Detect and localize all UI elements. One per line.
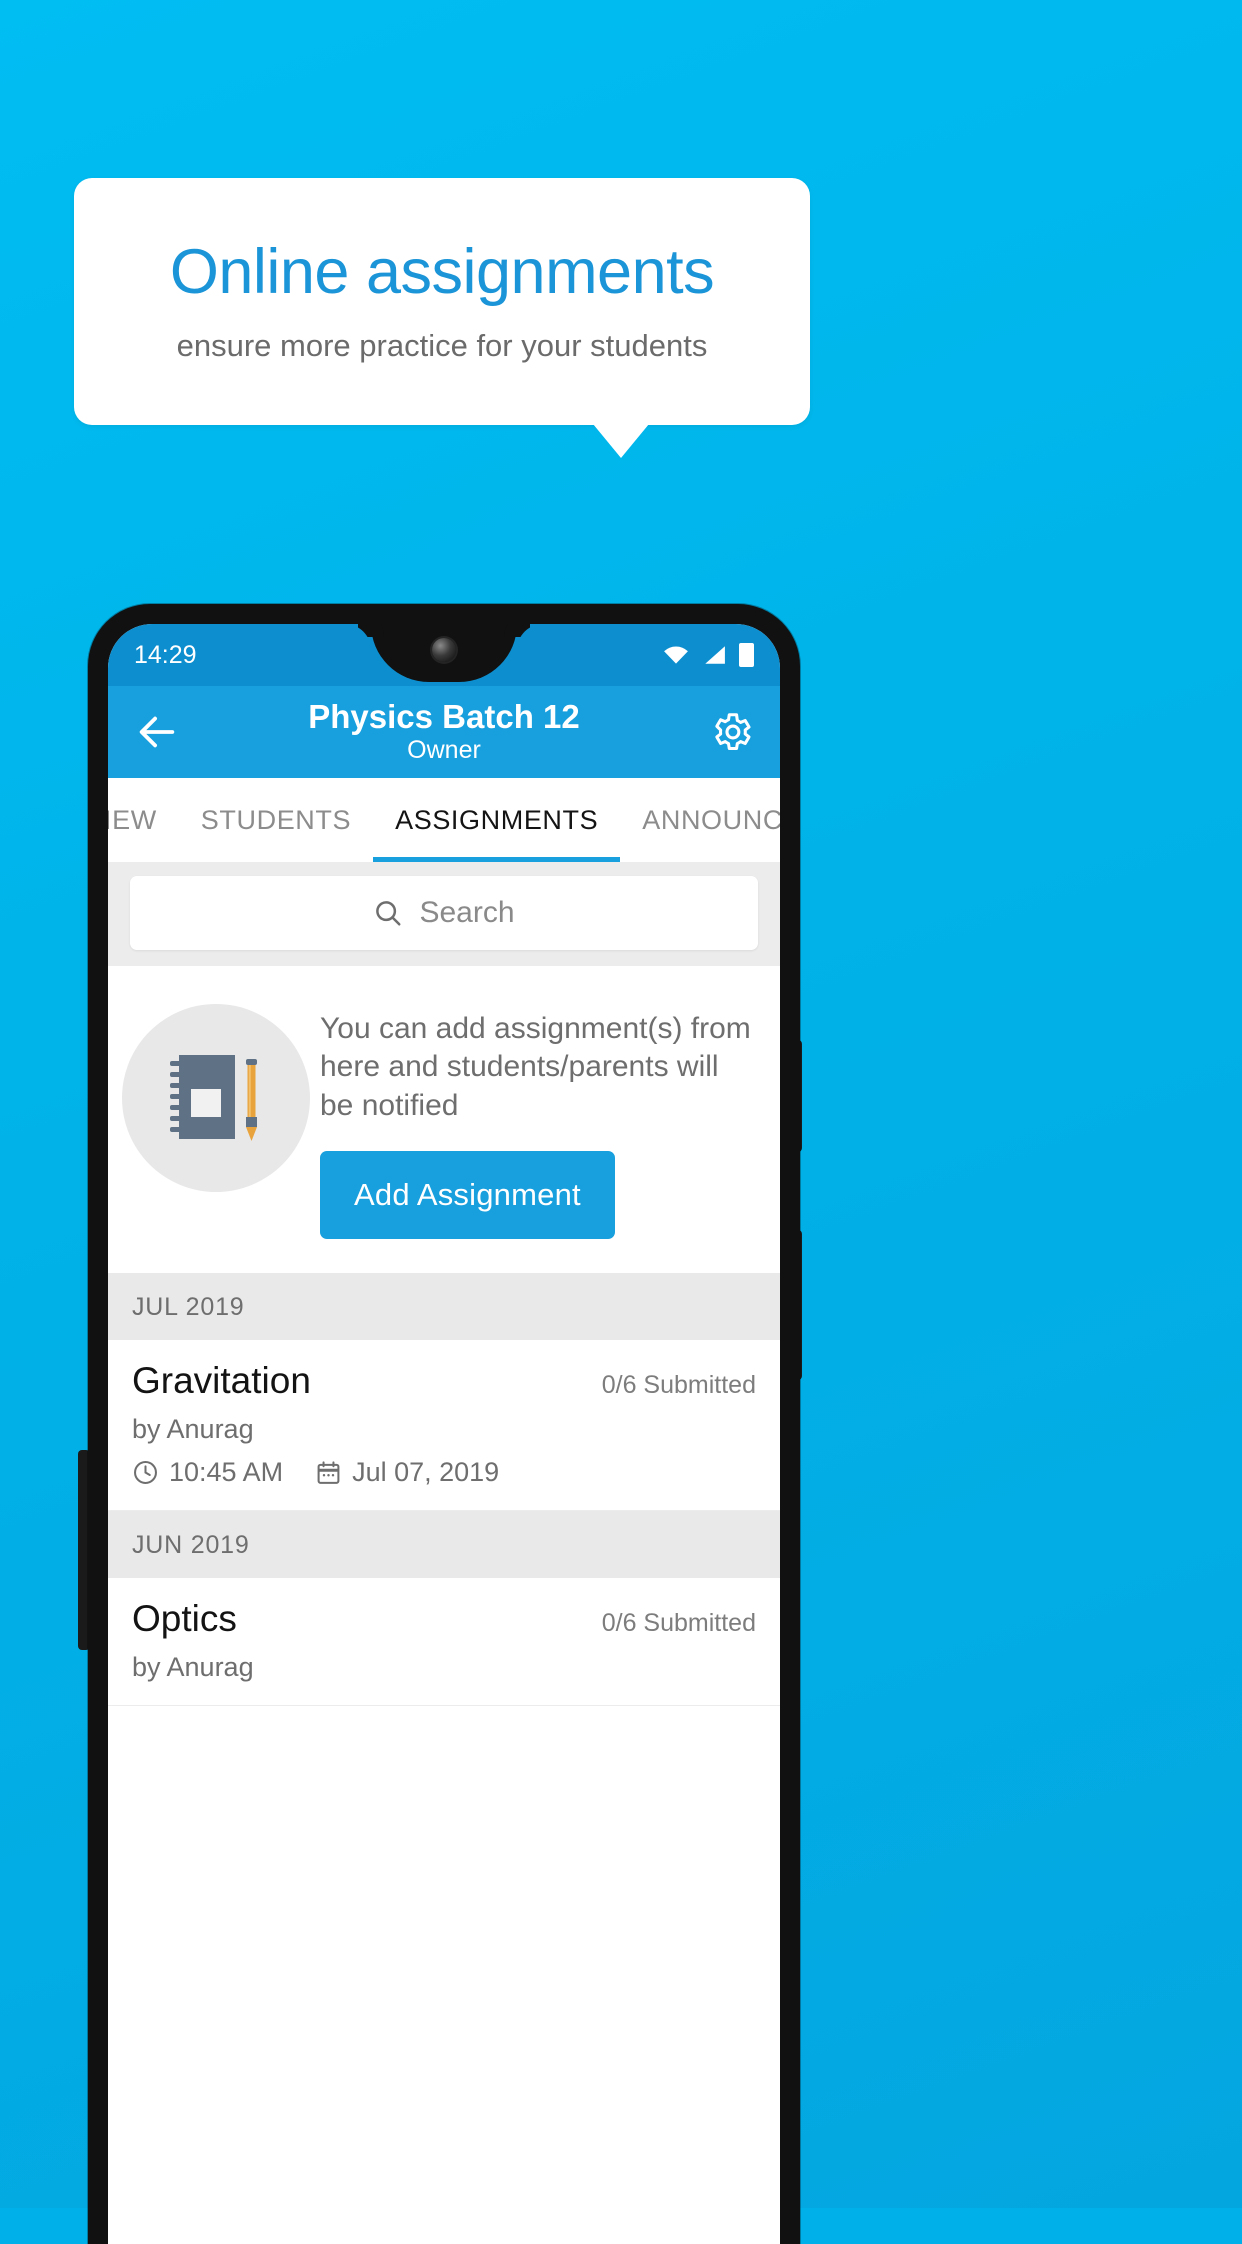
tab-assignments[interactable]: ASSIGNMENTS	[373, 778, 621, 862]
phone-screen: 14:29 Physics Batch 12 Owner IEW STUDENT…	[108, 624, 780, 2244]
search-input[interactable]: Search	[130, 876, 758, 950]
battery-icon	[739, 643, 754, 667]
assignment-author: by Anurag	[132, 1414, 254, 1445]
assignment-row-header: Optics 0/6 Submitted	[132, 1598, 756, 1640]
gear-icon[interactable]	[708, 709, 754, 755]
assignment-time: 10:45 AM	[169, 1457, 284, 1488]
assignment-title: Optics	[132, 1598, 237, 1640]
assignment-meta: 10:45 AM Jul 07, 2019	[132, 1457, 756, 1488]
status-badge: 0/6 Submitted	[601, 1609, 756, 1638]
tab-announcements[interactable]: ANNOUNCEM	[620, 778, 780, 862]
page-title: Physics Batch 12	[308, 697, 580, 735]
assignment-title: Gravitation	[132, 1360, 311, 1402]
assignment-row-header: Gravitation 0/6 Submitted	[132, 1360, 756, 1402]
month-header-jul: JUL 2019	[108, 1273, 780, 1341]
status-bar: 14:29	[108, 624, 780, 686]
callout-tail	[593, 424, 649, 458]
wifi-icon	[664, 646, 688, 664]
assignment-author: by Anurag	[132, 1652, 254, 1683]
app-bar: Physics Batch 12 Owner	[108, 686, 780, 778]
add-assignment-button[interactable]: Add Assignment	[320, 1151, 615, 1240]
search-placeholder: Search	[419, 896, 515, 929]
tab-students[interactable]: STUDENTS	[179, 778, 373, 862]
table-row[interactable]: Gravitation 0/6 Submitted by Anurag 10:4…	[108, 1340, 780, 1512]
search-section: Search	[108, 862, 780, 966]
signal-icon	[705, 646, 725, 664]
month-header-jun: JUN 2019	[108, 1511, 780, 1579]
notebook-pencil-icon	[122, 1004, 310, 1192]
empty-state-text: You can add assignment(s) from here and …	[320, 1012, 751, 1122]
empty-state-card: You can add assignment(s) from here and …	[108, 966, 780, 1274]
status-time: 14:29	[134, 640, 197, 669]
tab-overview[interactable]: IEW	[108, 778, 179, 862]
clock-icon	[134, 1461, 157, 1485]
phone-device: 14:29 Physics Batch 12 Owner IEW STUDENT…	[88, 604, 800, 2244]
status-badge: 0/6 Submitted	[601, 1371, 756, 1400]
empty-state-content: You can add assignment(s) from here and …	[320, 994, 754, 1240]
assignment-date: Jul 07, 2019	[352, 1457, 500, 1488]
page-subtitle: Owner	[407, 736, 481, 765]
promo-title: Online assignments	[169, 237, 715, 308]
table-row[interactable]: Optics 0/6 Submitted by Anurag	[108, 1578, 780, 1707]
app-bar-titles: Physics Batch 12 Owner	[108, 697, 780, 766]
promo-subtitle: ensure more practice for your students	[176, 327, 708, 363]
status-icons	[663, 643, 754, 667]
back-arrow-icon[interactable]	[134, 709, 180, 755]
front-camera	[432, 638, 456, 662]
promo-callout: Online assignments ensure more practice …	[74, 178, 810, 425]
search-icon	[376, 901, 401, 926]
calendar-icon	[317, 1461, 340, 1485]
tab-bar: IEW STUDENTS ASSIGNMENTS ANNOUNCEM	[108, 778, 780, 862]
